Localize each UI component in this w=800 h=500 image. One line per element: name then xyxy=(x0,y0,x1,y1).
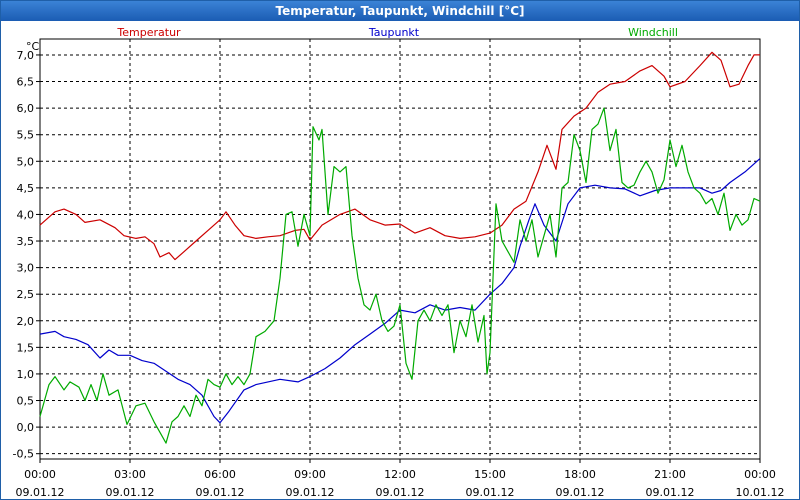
y-tick-label: -0,5 xyxy=(13,448,34,461)
x-tick-time-label: 00:00 xyxy=(24,468,56,481)
y-tick-label: 6,0 xyxy=(17,102,35,115)
legend-entry-taupunkt: Taupunkt xyxy=(368,26,420,39)
x-tick-time-label: 15:00 xyxy=(474,468,506,481)
y-axis-ticks: -0,5 0,0 0,5 1,0 1,5 2,0 2,5 3,0 3,5 4,0 4,5 5,0 5,5… xyxy=(13,49,40,461)
x-tick-date-label: 09.01.12 xyxy=(286,486,335,499)
x-tick-time-label: 18:00 xyxy=(564,468,596,481)
x-tick-date-label: 09.01.12 xyxy=(196,486,245,499)
x-tick-time-label: 00:00 xyxy=(744,468,776,481)
x-tick-date-label: 09.01.12 xyxy=(376,486,425,499)
y-tick-label: 2,0 xyxy=(17,315,35,328)
x-tick-date-label: 09.01.12 xyxy=(16,486,65,499)
y-tick-label: 4,0 xyxy=(17,208,35,221)
x-tick-time-label: 21:00 xyxy=(654,468,686,481)
y-tick-label: 0,5 xyxy=(17,395,35,408)
y-tick-label: 6,5 xyxy=(17,76,35,89)
legend: Temperatur Taupunkt Windchill xyxy=(116,26,678,39)
x-tick-time-label: 09:00 xyxy=(294,468,326,481)
x-tick-time-label: 06:00 xyxy=(204,468,236,481)
x-tick-time-label: 12:00 xyxy=(384,468,416,481)
x-tick-date-label: 09.01.12 xyxy=(466,486,515,499)
y-axis-unit-label: °C xyxy=(26,40,40,53)
y-tick-label: 0,0 xyxy=(17,421,35,434)
x-tick-date-label: 09.01.12 xyxy=(646,486,695,499)
legend-entry-windchill: Windchill xyxy=(628,26,678,39)
y-tick-label: 5,5 xyxy=(17,129,35,142)
y-tick-label: 5,0 xyxy=(17,155,35,168)
y-tick-label: 4,5 xyxy=(17,182,35,195)
chart-window: Temperatur, Taupunkt, Windchill [°C] -0,… xyxy=(0,0,800,500)
legend-entry-temperatur: Temperatur xyxy=(116,26,181,39)
x-tick-date-label: 10.01.12 xyxy=(736,486,785,499)
y-tick-label: 3,5 xyxy=(17,235,35,248)
y-tick-label: 2,5 xyxy=(17,288,35,301)
chart-canvas: -0,5 0,0 0,5 1,0 1,5 2,0 2,5 3,0 3,5 4,0 4,5 5,0 5,5… xyxy=(13,26,785,499)
x-tick-date-label: 09.01.12 xyxy=(556,486,605,499)
y-tick-label: 1,0 xyxy=(17,368,35,381)
x-tick-date-label: 09.01.12 xyxy=(106,486,155,499)
y-tick-label: 3,0 xyxy=(17,262,35,275)
x-tick-time-label: 03:00 xyxy=(114,468,146,481)
y-tick-label: 1,5 xyxy=(17,341,35,354)
x-axis-ticks: 00:00 09.01.12 03:00 09.01.12 06:00 09.01.12 0… xyxy=(16,459,785,499)
